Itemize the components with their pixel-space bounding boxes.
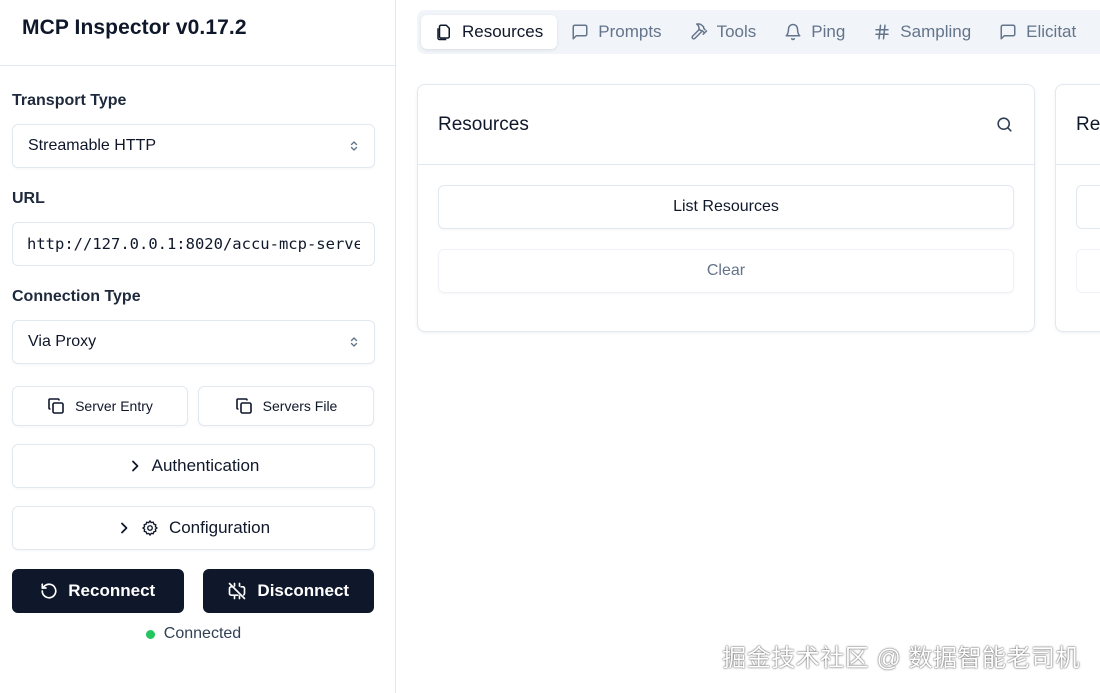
- server-entry-label: Server Entry: [75, 398, 153, 414]
- config-export-row: Server Entry Servers File: [12, 386, 374, 426]
- tab-tools[interactable]: Tools: [676, 15, 771, 49]
- hammer-icon: [690, 23, 708, 41]
- resource-templates-panel-title: Res: [1076, 113, 1100, 135]
- tab-label: Sampling: [900, 22, 972, 41]
- mcp-inspector-app: MCP Inspector v0.17.2 Transport Type Str…: [0, 0, 1100, 693]
- main-content: Resources Prompts Tools Ping Sampling El…: [397, 0, 1100, 693]
- connection-type-value: Via Proxy: [28, 333, 97, 350]
- tab-label: Elicitat: [1026, 22, 1077, 41]
- sidebar-header: MCP Inspector v0.17.2: [0, 0, 395, 66]
- tab-label: Resources: [462, 22, 544, 41]
- copy-icon: [235, 397, 253, 415]
- transport-type-value: Streamable HTTP: [28, 137, 157, 154]
- resources-panel-body: List Resources Clear: [418, 165, 1034, 293]
- status-text: Connected: [163, 625, 242, 642]
- chevron-right-icon: [117, 521, 131, 535]
- list-resources-button[interactable]: List Resources: [438, 185, 1014, 229]
- file-copy-icon: [435, 23, 453, 41]
- hash-icon: [873, 23, 891, 41]
- connection-form: Transport Type Streamable HTTP URL Conne…: [0, 66, 395, 643]
- search-icon[interactable]: [995, 115, 1014, 134]
- resource-templates-panel: Res: [1055, 84, 1100, 332]
- authentication-label: Authentication: [151, 456, 260, 475]
- copy-icon: [47, 397, 65, 415]
- message-square-icon: [999, 23, 1017, 41]
- servers-file-label: Servers File: [262, 398, 338, 414]
- tab-sampling[interactable]: Sampling: [859, 15, 985, 49]
- resources-panel: Resources List Resources Clear: [417, 84, 1035, 332]
- authentication-toggle[interactable]: Authentication: [12, 444, 375, 488]
- rotate-ccw-icon: [40, 582, 58, 600]
- tab-elicitation[interactable]: Elicitat: [985, 15, 1090, 49]
- disconnect-label: Disconnect: [257, 581, 350, 600]
- tab-resources[interactable]: Resources: [421, 15, 558, 49]
- servers-file-button[interactable]: Servers File: [198, 386, 374, 426]
- resource-templates-panel-body: [1056, 165, 1100, 293]
- connection-type-select[interactable]: Via Proxy: [12, 320, 375, 364]
- bell-icon: [784, 23, 802, 41]
- resource-templates-panel-header: Res: [1056, 85, 1100, 165]
- chevrons-up-down-icon: [348, 140, 360, 152]
- url-label: URL: [12, 190, 45, 207]
- chevrons-up-down-icon: [348, 336, 360, 348]
- reconnect-label: Reconnect: [68, 581, 156, 600]
- watermark: 掘金技术社区 @ 数据智能老司机: [722, 645, 1080, 672]
- list-templates-button[interactable]: [1076, 185, 1100, 229]
- resources-panel-header: Resources: [418, 85, 1034, 165]
- app-title: MCP Inspector v0.17.2: [22, 16, 247, 39]
- transport-type-label: Transport Type: [12, 92, 127, 109]
- tab-label: Ping: [811, 22, 846, 41]
- tab-label: Tools: [716, 22, 757, 41]
- clear-button[interactable]: Clear: [438, 249, 1014, 293]
- tab-ping[interactable]: Ping: [770, 15, 859, 49]
- unplug-icon: [227, 581, 247, 601]
- url-input[interactable]: [12, 222, 375, 266]
- reconnect-button[interactable]: Reconnect: [12, 569, 184, 613]
- configuration-label: Configuration: [168, 518, 271, 537]
- resources-panel-title: Resources: [438, 113, 529, 135]
- status-indicator-dot: [145, 629, 155, 639]
- disconnect-button[interactable]: Disconnect: [202, 569, 374, 613]
- connection-actions: Reconnect Disconnect: [12, 569, 374, 613]
- clear-templates-button[interactable]: [1076, 249, 1100, 293]
- connection-status: Connected: [12, 625, 375, 643]
- tab-prompts[interactable]: Prompts: [557, 15, 675, 49]
- tab-list: Resources Prompts Tools Ping Sampling El…: [417, 10, 1100, 54]
- chevron-right-icon: [128, 459, 142, 473]
- settings-gear-icon: [141, 519, 159, 537]
- configuration-toggle[interactable]: Configuration: [12, 506, 375, 550]
- server-entry-button[interactable]: Server Entry: [12, 386, 188, 426]
- tab-label: Prompts: [598, 22, 662, 41]
- message-square-icon: [571, 23, 589, 41]
- connection-type-label: Connection Type: [12, 288, 141, 305]
- transport-type-select[interactable]: Streamable HTTP: [12, 124, 375, 168]
- sidebar: MCP Inspector v0.17.2 Transport Type Str…: [0, 0, 396, 693]
